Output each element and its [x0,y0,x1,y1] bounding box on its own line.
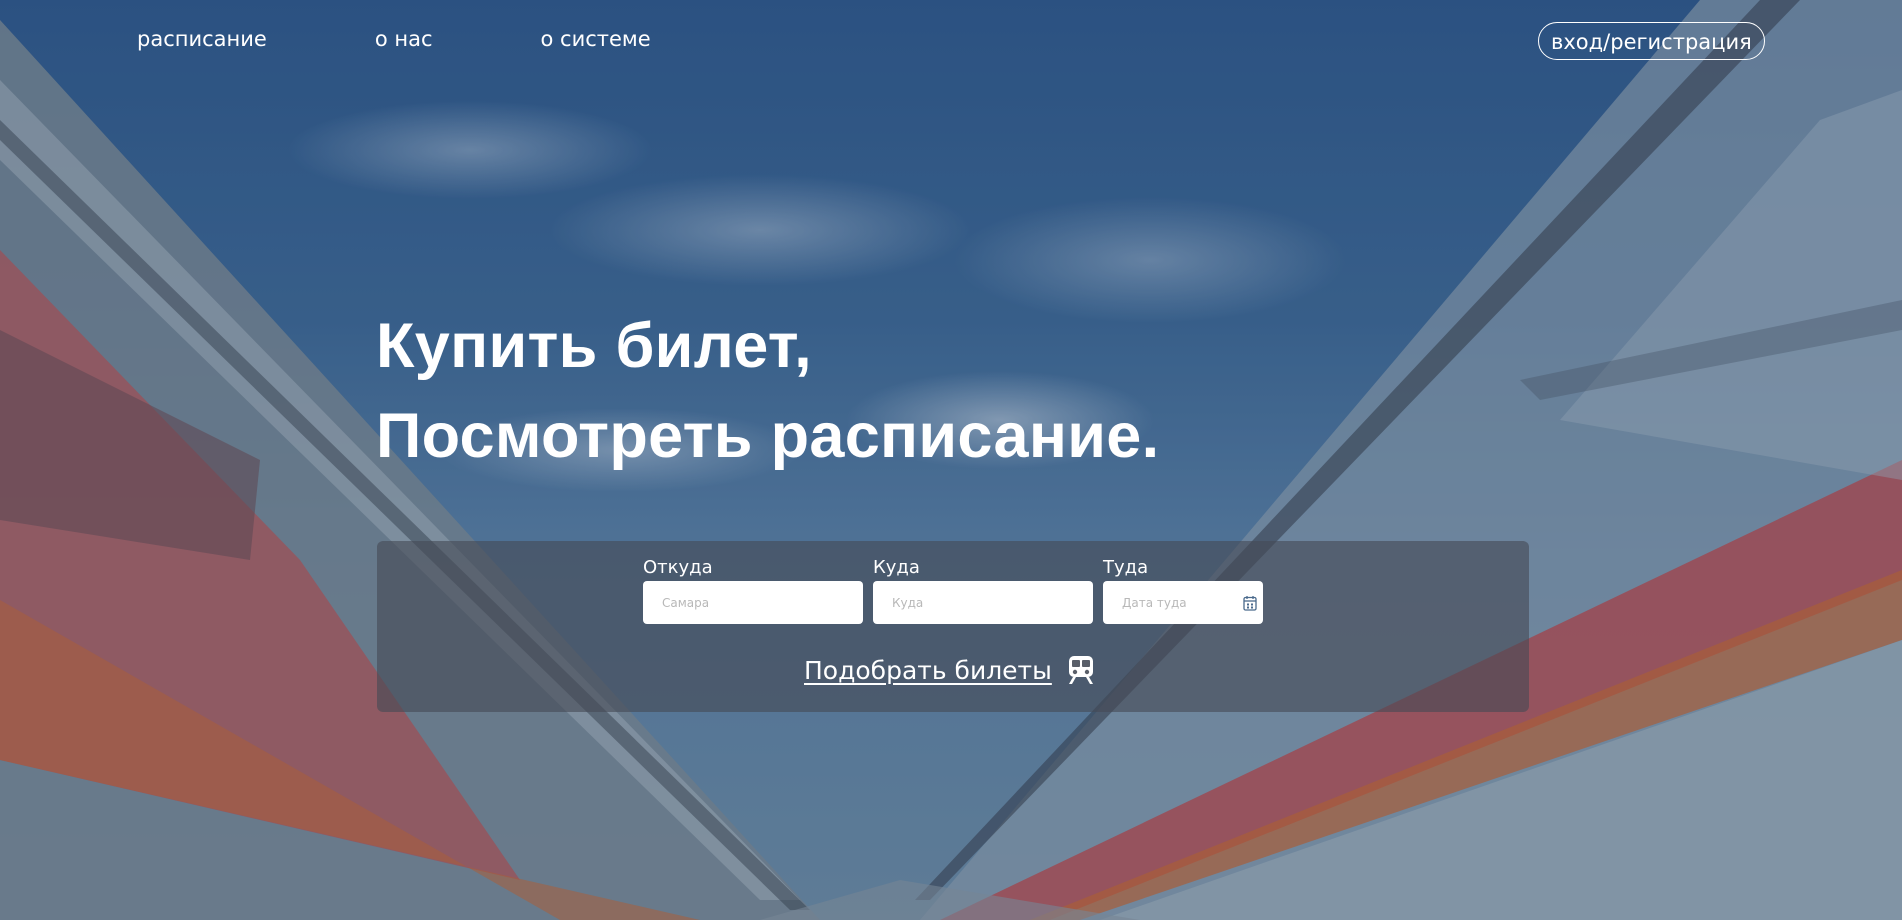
nav-about-link[interactable]: о нас [375,27,433,51]
calendar-icon[interactable] [1243,595,1257,611]
date-field-label: Туда [1103,557,1149,578]
date-input[interactable] [1103,581,1263,624]
page-root: расписание о нас о системе вход/регистра… [0,0,1902,920]
to-field-group: Куда [873,557,1093,624]
from-field-group: Откуда [643,557,863,624]
nav-schedule-link[interactable]: расписание [137,27,267,51]
find-tickets-label: Подобрать билеты [804,655,1052,685]
hero-title-line-1: Купить билет, [376,311,812,381]
to-input[interactable] [873,581,1093,624]
main-nav: расписание о нас о системе [137,27,651,51]
ticket-search-panel: Откуда Куда Туда [377,541,1529,712]
hero-title-line-2: Посмотреть расписание. [376,401,1160,471]
date-input-wrapper [1103,581,1263,624]
from-input[interactable] [643,581,863,624]
date-field-group: Туда [1103,557,1263,624]
from-field-label: Откуда [643,557,713,578]
to-field-label: Куда [873,557,920,578]
login-register-button[interactable]: вход/регистрация [1538,22,1765,60]
nav-system-link[interactable]: о системе [541,27,651,51]
train-icon [1068,656,1093,684]
find-tickets-button[interactable]: Подобрать билеты [804,655,1095,685]
